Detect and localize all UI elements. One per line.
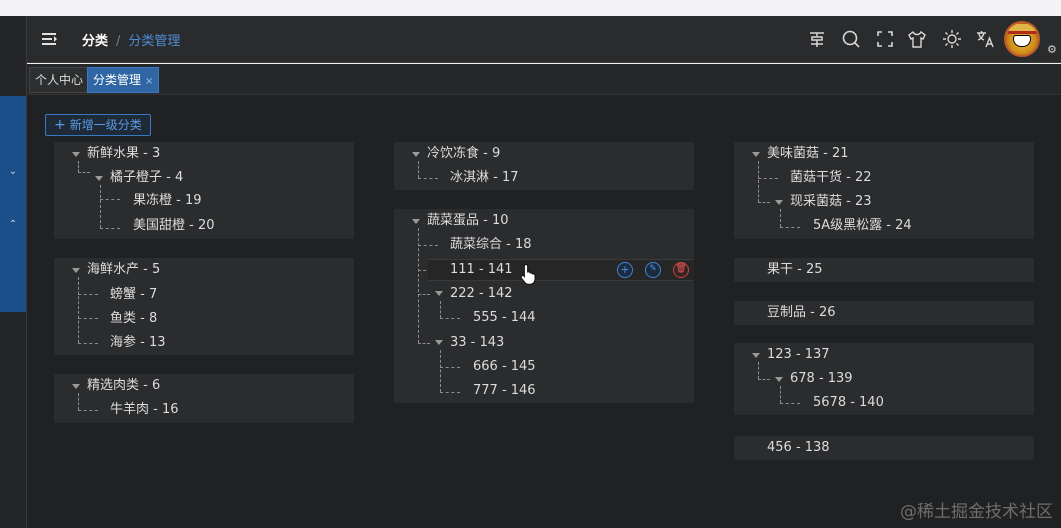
add-top-category-button[interactable]: + 新增一级分类 bbox=[45, 114, 151, 136]
top-header: 分类 / 分类管理 ⚙ bbox=[27, 16, 1061, 63]
caret-down-icon[interactable] bbox=[95, 176, 103, 181]
category-card: 精选肉类 - 6 牛羊肉 - 16 bbox=[54, 374, 354, 423]
tabs-bar: 个人中心 分类管理 × bbox=[27, 64, 1061, 95]
tree-node[interactable]: 蔬菜综合 - 18 bbox=[450, 234, 532, 256]
tree-node[interactable]: 456 - 138 bbox=[767, 437, 830, 459]
chevron-down-icon[interactable]: ⌄ bbox=[0, 166, 26, 177]
breadcrumb-root[interactable]: 分类 bbox=[82, 34, 108, 49]
translate-icon[interactable] bbox=[975, 29, 995, 49]
caret-down-icon[interactable] bbox=[412, 219, 420, 224]
close-icon[interactable]: × bbox=[145, 70, 153, 94]
tree-node[interactable]: 豆制品 - 26 bbox=[767, 302, 836, 324]
category-card: 美味菌菇 - 21 菌菇干货 - 22 现采菌菇 - 23 5A级黑松露 - 2… bbox=[734, 142, 1034, 239]
add-child-button[interactable]: + bbox=[617, 262, 633, 278]
menu-fold-icon[interactable] bbox=[40, 30, 58, 48]
tree-node[interactable]: 海鲜水产 - 5 bbox=[87, 259, 160, 281]
tree-node[interactable]: 222 - 142 bbox=[450, 283, 513, 305]
edit-button[interactable]: ✎ bbox=[645, 262, 661, 278]
tree-node[interactable]: 美味菌菇 - 21 bbox=[767, 143, 849, 165]
tree-node[interactable]: 海参 - 13 bbox=[110, 332, 166, 354]
tree-node[interactable]: 螃蟹 - 7 bbox=[110, 284, 157, 306]
brightness-icon[interactable] bbox=[942, 29, 962, 49]
tree-node[interactable]: 5678 - 140 bbox=[813, 392, 884, 414]
gear-icon[interactable]: ⚙ bbox=[1047, 44, 1059, 56]
caret-down-icon[interactable] bbox=[72, 152, 80, 157]
tree-node[interactable]: 冰淇淋 - 17 bbox=[450, 167, 519, 189]
tree-node[interactable]: 555 - 144 bbox=[473, 307, 536, 329]
category-card: 456 - 138 bbox=[734, 436, 1034, 460]
caret-down-icon[interactable] bbox=[752, 152, 760, 157]
caret-down-icon[interactable] bbox=[412, 152, 420, 157]
sidebar: ⌄ ⌃ bbox=[0, 16, 27, 528]
category-card: 冷饮冻食 - 9 冰淇淋 - 17 bbox=[394, 142, 694, 190]
caret-down-icon[interactable] bbox=[435, 291, 443, 296]
theme-skin-icon[interactable] bbox=[907, 29, 927, 49]
sidebar-active-menu[interactable] bbox=[0, 96, 26, 312]
delete-button[interactable]: 🗑 bbox=[673, 262, 689, 278]
breadcrumb: 分类 / 分类管理 bbox=[82, 30, 180, 49]
tree-node[interactable]: 美国甜橙 - 20 bbox=[133, 215, 215, 237]
tree-node[interactable]: 123 - 137 bbox=[767, 344, 830, 366]
tree-node[interactable]: 蔬菜蛋品 - 10 bbox=[427, 210, 509, 232]
pointer-cursor-icon bbox=[520, 263, 536, 285]
category-card: 海鲜水产 - 5 螃蟹 - 7 鱼类 - 8 海参 - 13 bbox=[54, 258, 354, 355]
font-size-icon[interactable] bbox=[807, 29, 827, 49]
category-card: 果干 - 25 bbox=[734, 258, 1034, 282]
caret-down-icon[interactable] bbox=[775, 200, 783, 205]
tree-node[interactable]: 666 - 145 bbox=[473, 356, 536, 378]
tree-node[interactable]: 牛羊肉 - 16 bbox=[110, 399, 179, 421]
plus-icon: + bbox=[54, 117, 66, 133]
caret-down-icon[interactable] bbox=[435, 340, 443, 345]
window-top-strip bbox=[0, 0, 1061, 16]
caret-down-icon[interactable] bbox=[72, 384, 80, 389]
tree-node[interactable]: 果干 - 25 bbox=[767, 259, 823, 281]
category-card: 123 - 137 678 - 139 5678 - 140 bbox=[734, 343, 1034, 415]
avatar[interactable] bbox=[1004, 21, 1040, 57]
caret-down-icon[interactable] bbox=[775, 377, 783, 382]
tree-node[interactable]: 鱼类 - 8 bbox=[110, 308, 157, 330]
category-card: 蔬菜蛋品 - 10 蔬菜综合 - 18 111 - 141 + ✎ 🗑 222 … bbox=[394, 209, 694, 403]
tree-node[interactable]: 678 - 139 bbox=[790, 368, 853, 390]
search-icon[interactable] bbox=[841, 29, 861, 49]
tree-node[interactable]: 菌菇干货 - 22 bbox=[790, 167, 872, 189]
tree-node[interactable]: 果冻橙 - 19 bbox=[133, 190, 202, 212]
tab-personal-center[interactable]: 个人中心 bbox=[29, 67, 90, 93]
tree-node[interactable]: 橘子橙子 - 4 bbox=[110, 167, 183, 189]
tab-category-manage[interactable]: 分类管理 × bbox=[87, 67, 160, 94]
breadcrumb-current: 分类管理 bbox=[128, 34, 181, 49]
fullscreen-icon[interactable] bbox=[875, 29, 895, 49]
tree-node[interactable]: 33 - 143 bbox=[450, 332, 504, 354]
tree-node[interactable]: 冷饮冻食 - 9 bbox=[427, 143, 500, 165]
tree-node[interactable]: 新鲜水果 - 3 bbox=[87, 143, 160, 165]
breadcrumb-separator: / bbox=[116, 34, 121, 49]
tree-node[interactable]: 111 - 141 bbox=[450, 259, 513, 281]
tree-node[interactable]: 精选肉类 - 6 bbox=[87, 375, 160, 397]
tree-node[interactable]: 777 - 146 bbox=[473, 380, 536, 402]
category-card: 新鲜水果 - 3 橘子橙子 - 4 果冻橙 - 19 美国甜橙 - 20 bbox=[54, 142, 354, 239]
watermark: @稀土掘金技术社区 bbox=[900, 502, 1053, 522]
chevron-up-icon[interactable]: ⌃ bbox=[0, 219, 26, 230]
category-card: 豆制品 - 26 bbox=[734, 301, 1034, 325]
main-content: + 新增一级分类 新鲜水果 - 3 橘子橙子 - 4 果冻橙 - 19 美国甜橙 … bbox=[27, 95, 1061, 528]
tree-node[interactable]: 5A级黑松露 - 24 bbox=[813, 215, 912, 237]
caret-down-icon[interactable] bbox=[72, 268, 80, 273]
caret-down-icon[interactable] bbox=[752, 353, 760, 358]
tree-node[interactable]: 现采菌菇 - 23 bbox=[790, 191, 872, 213]
